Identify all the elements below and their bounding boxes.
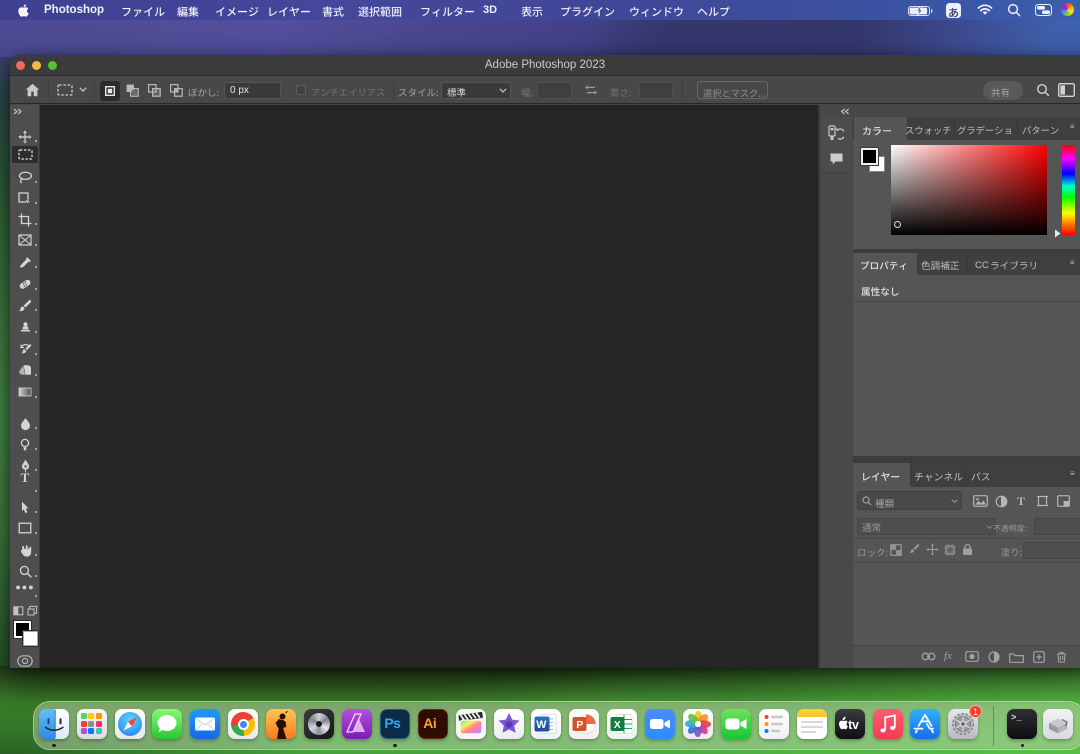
svg-text:X: X [614, 719, 621, 731]
svg-text:W: W [537, 719, 548, 731]
svg-text:P: P [577, 719, 584, 731]
